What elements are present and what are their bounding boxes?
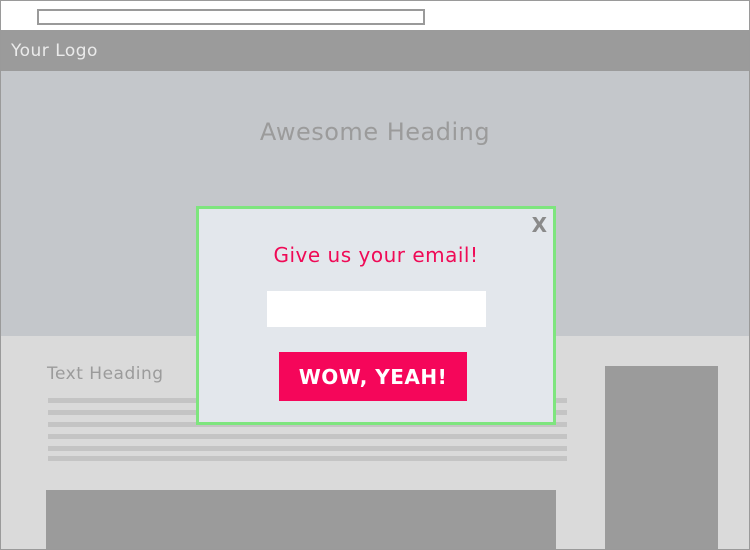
email-signup-modal: X Give us your email! WOW, YEAH! — [196, 206, 556, 425]
browser-window: Your Logo Awesome Heading Text Heading X… — [0, 0, 750, 550]
image-placeholder — [46, 490, 556, 549]
text-line-placeholder — [48, 446, 567, 451]
text-line-placeholder — [48, 434, 567, 439]
sidebar-placeholder — [605, 366, 718, 549]
browser-toolbar — [1, 1, 749, 30]
modal-title: Give us your email! — [273, 243, 479, 267]
address-bar[interactable] — [37, 9, 425, 25]
hero-heading: Awesome Heading — [259, 118, 491, 146]
site-header: Your Logo — [1, 30, 749, 71]
logo[interactable]: Your Logo — [11, 41, 98, 61]
submit-button[interactable]: WOW, YEAH! — [279, 352, 467, 401]
close-icon[interactable]: X — [532, 213, 547, 237]
text-heading: Text Heading — [47, 364, 164, 384]
email-input[interactable] — [267, 291, 486, 327]
text-line-placeholder — [48, 456, 567, 461]
